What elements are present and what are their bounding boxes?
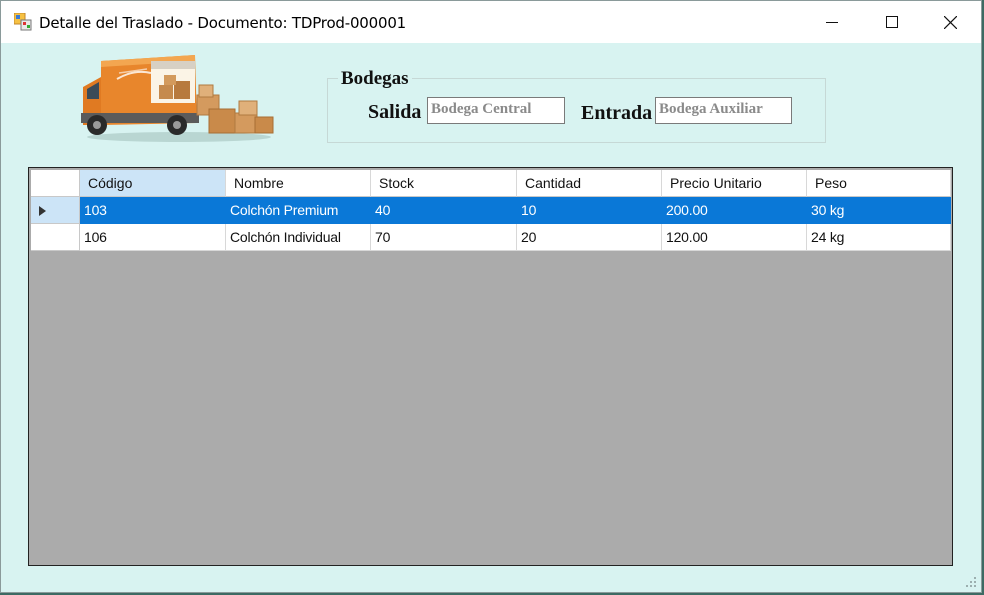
resize-grip-icon[interactable] <box>965 576 977 588</box>
salida-field[interactable]: Bodega Central <box>427 97 565 124</box>
salida-label: Salida <box>368 101 422 123</box>
maximize-button[interactable] <box>863 1 921 43</box>
entrada-field[interactable]: Bodega Auxiliar <box>655 97 792 124</box>
bodegas-group-title: Bodegas <box>338 68 412 90</box>
cell-cantidad[interactable]: 20 <box>517 224 662 251</box>
cell-codigo[interactable]: 103 <box>80 197 226 224</box>
minimize-button[interactable] <box>803 1 861 43</box>
products-grid[interactable]: Código Nombre Stock Cantidad Precio Unit… <box>28 167 953 566</box>
cell-stock[interactable]: 40 <box>371 197 517 224</box>
entrada-label: Entrada <box>581 102 653 124</box>
cell-cantidad[interactable]: 10 <box>517 197 662 224</box>
row-header-2[interactable] <box>31 224 80 251</box>
cell-peso[interactable]: 24 kg <box>807 224 951 251</box>
cell-stock[interactable]: 70 <box>371 224 517 251</box>
column-header-cantidad[interactable]: Cantidad <box>517 170 662 197</box>
window-title: Detalle del Traslado - Documento: TDProd… <box>39 14 407 32</box>
close-icon <box>943 15 957 29</box>
column-header-codigo[interactable]: Código <box>80 170 226 197</box>
column-header-precio-unitario[interactable]: Precio Unitario <box>662 170 807 197</box>
row-header-1[interactable] <box>31 197 80 224</box>
column-header-stock[interactable]: Stock <box>371 170 517 197</box>
minimize-icon <box>826 22 838 23</box>
cell-precio-unitario[interactable]: 200.00 <box>662 197 807 224</box>
column-header-peso[interactable]: Peso <box>807 170 951 197</box>
cell-nombre[interactable]: Colchón Premium <box>226 197 371 224</box>
cell-codigo[interactable]: 106 <box>80 224 226 251</box>
row-pointer-icon <box>39 206 46 216</box>
transfer-detail-window: Detalle del Traslado - Documento: TDProd… <box>0 0 982 593</box>
cell-precio-unitario[interactable]: 120.00 <box>662 224 807 251</box>
grid-corner-header[interactable] <box>31 170 80 197</box>
maximize-icon <box>886 16 898 28</box>
cell-peso[interactable]: 30 kg <box>807 197 951 224</box>
title-bar[interactable]: Detalle del Traslado - Documento: TDProd… <box>1 1 981 43</box>
close-button[interactable] <box>921 1 979 43</box>
cell-nombre[interactable]: Colchón Individual <box>226 224 371 251</box>
column-header-nombre[interactable]: Nombre <box>226 170 371 197</box>
app-icon <box>14 13 32 31</box>
delivery-truck-image <box>81 55 274 142</box>
